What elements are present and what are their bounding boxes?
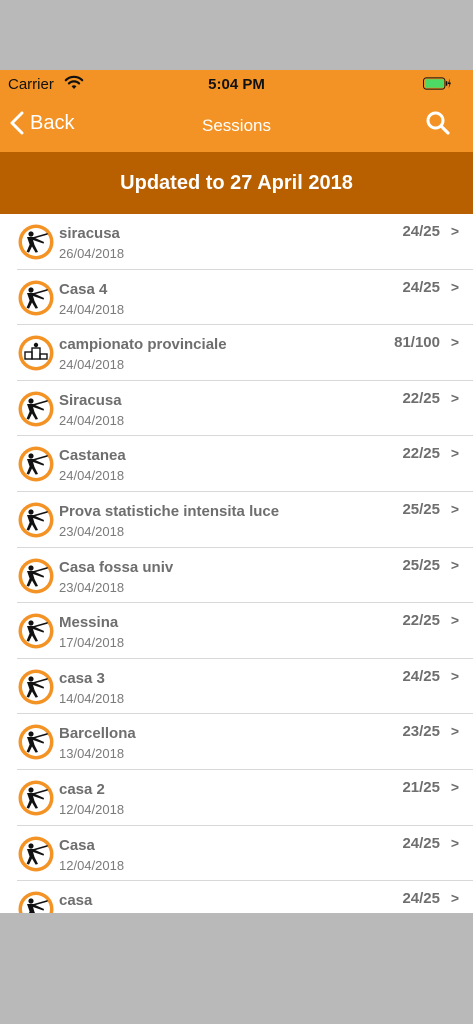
session-score: 24/25 xyxy=(402,890,440,908)
session-name: siracusa xyxy=(59,225,120,242)
chevron-right-icon: > xyxy=(450,723,459,740)
session-date: 26/04/2018 xyxy=(59,246,125,261)
session-score: 24/25 xyxy=(402,667,440,685)
chevron-right-icon: > xyxy=(450,667,459,684)
session-date: 13/04/2018 xyxy=(59,746,125,762)
session-score: 24/25 xyxy=(402,223,440,240)
status-bar: Carrier 5:04 PM xyxy=(0,70,473,98)
session-name: Barcellona xyxy=(59,725,136,743)
session-score: 25/25 xyxy=(402,500,440,518)
session-date: 23/04/2018 xyxy=(59,523,125,539)
session-date: 17/04/2018 xyxy=(59,635,125,651)
shooter-icon xyxy=(17,612,55,650)
session-score: 24/25 xyxy=(402,834,440,852)
session-row[interactable]: casa 2 12/04/2018 21/25 > xyxy=(0,770,473,826)
session-name: Castanea xyxy=(59,447,126,465)
shooter-icon xyxy=(17,279,55,317)
shooter-icon xyxy=(17,890,55,913)
session-name: Casa fossa univ xyxy=(59,558,174,576)
session-date: 12/04/2018 xyxy=(59,857,125,873)
session-score: 81/100 xyxy=(394,334,440,352)
search-icon[interactable] xyxy=(425,110,451,136)
session-score: 24/25 xyxy=(402,278,440,296)
session-name: Casa 4 xyxy=(59,280,108,298)
chevron-right-icon: > xyxy=(450,223,459,239)
session-name: casa 2 xyxy=(59,780,105,798)
session-row[interactable]: casa 24/25 > xyxy=(0,881,473,913)
session-score: 25/25 xyxy=(402,556,440,574)
session-row[interactable]: Casa fossa univ 23/04/2018 25/25 > xyxy=(0,548,473,604)
chevron-right-icon: > xyxy=(450,389,459,406)
chevron-right-icon: > xyxy=(450,445,459,462)
navigation-bar: Back Sessions xyxy=(0,98,473,152)
page-title: Sessions xyxy=(202,116,271,135)
session-name: Prova statistiche intensita luce xyxy=(59,502,280,520)
shooter-icon xyxy=(17,223,55,261)
session-name: casa xyxy=(59,892,93,910)
session-date: 12/04/2018 xyxy=(59,801,125,817)
shooter-icon xyxy=(17,668,55,706)
chevron-right-icon: > xyxy=(450,278,459,295)
session-row[interactable]: Castanea 24/04/2018 22/25 > xyxy=(0,436,473,492)
session-list: siracusa 26/04/2018 24/25 > Casa 4 24/04/201… xyxy=(0,214,473,913)
session-row[interactable]: siracusa 26/04/2018 24/25 > xyxy=(0,214,473,270)
session-row[interactable]: Barcellona 13/04/2018 23/25 > xyxy=(0,714,473,770)
chevron-right-icon: > xyxy=(450,334,459,351)
shooter-icon xyxy=(17,557,55,595)
session-date: 24/04/2018 xyxy=(59,301,125,317)
chevron-right-icon: > xyxy=(450,834,459,851)
app-screen: Carrier 5:04 PM Back Sessions Updated to… xyxy=(0,70,473,913)
session-score: 22/25 xyxy=(402,612,440,630)
chevron-right-icon: > xyxy=(450,500,459,517)
updated-banner: Updated to 27 April 2018 xyxy=(0,152,473,214)
session-name: casa 3 xyxy=(59,669,105,687)
shooter-icon xyxy=(17,779,55,817)
chevron-right-icon: > xyxy=(450,612,459,629)
session-score: 22/25 xyxy=(402,389,440,407)
shooter-icon xyxy=(17,390,55,428)
shooter-icon xyxy=(17,723,55,761)
session-date: 24/04/2018 xyxy=(59,357,125,373)
session-date: 23/04/2018 xyxy=(59,579,125,595)
shooter-icon xyxy=(17,835,55,873)
session-name: Messina xyxy=(59,614,119,632)
session-row[interactable]: casa 3 14/04/2018 24/25 > xyxy=(0,659,473,715)
podium-icon xyxy=(17,334,55,372)
session-score: 22/25 xyxy=(402,445,440,463)
session-date: 14/04/2018 xyxy=(59,690,125,706)
clock: 5:04 PM xyxy=(208,76,265,93)
chevron-right-icon: > xyxy=(450,890,459,907)
session-date: 24/04/2018 xyxy=(59,468,125,484)
session-score: 23/25 xyxy=(402,723,440,741)
session-row[interactable]: Siracusa 24/04/2018 22/25 > xyxy=(0,381,473,437)
session-date: 24/04/2018 xyxy=(59,412,125,428)
session-row[interactable]: Messina 17/04/2018 22/25 > xyxy=(0,603,473,659)
session-score: 21/25 xyxy=(402,778,440,796)
session-name: Casa xyxy=(59,836,95,854)
session-row[interactable]: Casa 4 24/04/2018 24/25 > xyxy=(0,270,473,326)
top-bar: Carrier 5:04 PM Back Sessions xyxy=(0,70,473,152)
session-name: Siracusa xyxy=(59,391,122,409)
chevron-right-icon: > xyxy=(450,556,459,573)
session-row[interactable]: Casa 12/04/2018 24/25 > xyxy=(0,826,473,882)
battery-icon xyxy=(423,77,451,90)
session-row[interactable]: campionato provinciale 24/04/2018 81/100 > xyxy=(0,325,473,381)
shooter-icon xyxy=(17,501,55,539)
session-name: campionato provinciale xyxy=(59,336,227,354)
shooter-icon xyxy=(17,445,55,483)
session-row[interactable]: Prova statistiche intensita luce 23/04/20… xyxy=(0,492,473,548)
chevron-right-icon: > xyxy=(450,778,459,795)
